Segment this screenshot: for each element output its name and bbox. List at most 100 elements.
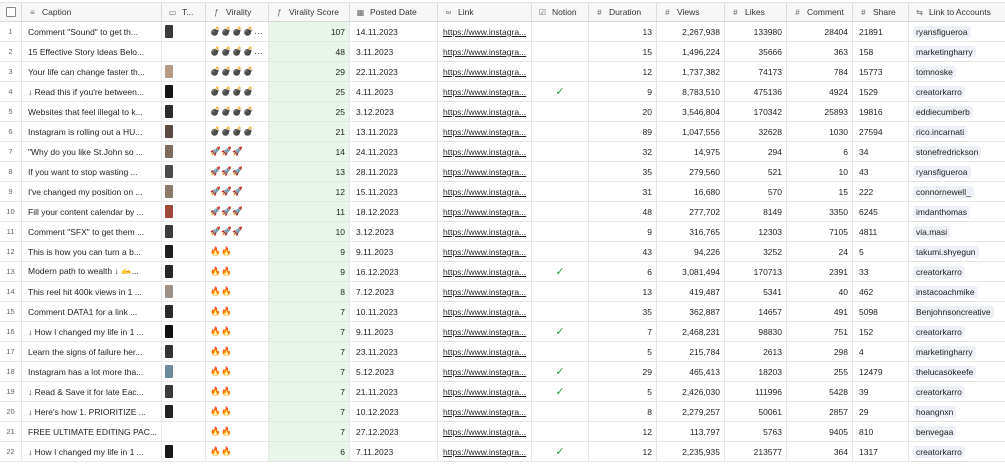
duration-cell[interactable]: 5 <box>589 342 657 361</box>
table-row[interactable]: 22 ↓ How I changed my life in 1 ... 🔥🔥 6 7.1… <box>0 442 1005 462</box>
thumbnail-cell[interactable] <box>162 342 206 361</box>
share-cell[interactable]: 15773 <box>853 62 909 81</box>
thumbnail-cell[interactable] <box>162 82 206 101</box>
caption-cell[interactable]: If you want to stop wasting ... <box>22 162 162 181</box>
share-cell[interactable]: 152 <box>853 322 909 341</box>
linked-account-cell[interactable]: marketingharry <box>909 42 1005 61</box>
likes-cell[interactable]: 170342 <box>725 102 787 121</box>
thumbnail-cell[interactable] <box>162 222 206 241</box>
linked-account-cell[interactable]: marketingharry <box>909 342 1005 361</box>
thumbnail-cell[interactable] <box>162 202 206 221</box>
thumbnail-cell[interactable] <box>162 302 206 321</box>
views-cell[interactable]: 2,426,030 <box>657 382 725 401</box>
thumbnail-cell[interactable] <box>162 402 206 421</box>
link-cell[interactable]: https://www.instagra... <box>438 242 532 261</box>
link-cell[interactable]: https://www.instagra... <box>438 102 532 121</box>
account-chip[interactable]: eddiecumberb <box>913 105 973 118</box>
link-cell[interactable]: https://www.instagra... <box>438 162 532 181</box>
share-cell[interactable]: 12479 <box>853 362 909 381</box>
likes-cell[interactable]: 8149 <box>725 202 787 221</box>
posted-date-cell[interactable]: 24.11.2023 <box>350 142 438 161</box>
caption-cell[interactable]: ↓ How I changed my life in 1 ... <box>22 322 162 341</box>
link-cell[interactable]: https://www.instagra... <box>438 402 532 421</box>
likes-cell[interactable]: 32628 <box>725 122 787 141</box>
link-cell[interactable]: https://www.instagra... <box>438 262 532 281</box>
caption-cell[interactable]: 15 Effective Story Ideas Belo... <box>22 42 162 61</box>
caption-cell[interactable]: ↓ Read & Save it for late Eac... <box>22 382 162 401</box>
linked-account-cell[interactable]: takumi.shyegun <box>909 242 1005 261</box>
duration-cell[interactable]: 89 <box>589 122 657 141</box>
column-header-caption[interactable]: ≡ Caption <box>22 3 162 21</box>
linked-account-cell[interactable]: ryansfigueroa <box>909 162 1005 181</box>
views-cell[interactable]: 419,487 <box>657 282 725 301</box>
account-chip[interactable]: creatorkarro <box>913 445 965 458</box>
caption-cell[interactable]: Comment "Sound" to get th... <box>22 22 162 41</box>
thumbnail-cell[interactable] <box>162 382 206 401</box>
views-cell[interactable]: 2,267,938 <box>657 22 725 41</box>
comment-cell[interactable]: 15 <box>787 182 853 201</box>
account-chip[interactable]: creatorkarro <box>913 85 965 98</box>
notion-checkbox-cell[interactable] <box>532 242 589 261</box>
duration-cell[interactable]: 7 <box>589 322 657 341</box>
share-cell[interactable]: 5 <box>853 242 909 261</box>
share-cell[interactable]: 29 <box>853 402 909 421</box>
comment-cell[interactable]: 24 <box>787 242 853 261</box>
comment-cell[interactable]: 364 <box>787 442 853 461</box>
account-chip[interactable]: via.masi <box>913 225 951 238</box>
table-row[interactable]: 20 ↓ Here's how 1. PRIORITIZE ... 🔥🔥 7 10.12… <box>0 402 1005 422</box>
comment-cell[interactable]: 2391 <box>787 262 853 281</box>
thumbnail-cell[interactable] <box>162 182 206 201</box>
views-cell[interactable]: 3,081,494 <box>657 262 725 281</box>
notion-checkbox-cell[interactable] <box>532 422 589 441</box>
likes-cell[interactable]: 294 <box>725 142 787 161</box>
share-cell[interactable]: 810 <box>853 422 909 441</box>
share-cell[interactable]: 39 <box>853 382 909 401</box>
duration-cell[interactable]: 15 <box>589 42 657 61</box>
account-chip[interactable]: Benjohnsoncreative <box>913 305 994 318</box>
column-header-notion[interactable]: ☑ Notion <box>532 3 589 21</box>
views-cell[interactable]: 3,546,804 <box>657 102 725 121</box>
link-cell[interactable]: https://www.instagra... <box>438 302 532 321</box>
table-row[interactable]: 17 Learn the signs of failure her... 🔥🔥 7 23… <box>0 342 1005 362</box>
notion-checkbox-cell[interactable] <box>532 182 589 201</box>
table-row[interactable]: 12 This is how you can turn a b... 🔥🔥 9 9.11… <box>0 242 1005 262</box>
posted-date-cell[interactable]: 7.12.2023 <box>350 282 438 301</box>
notion-checkbox-cell[interactable] <box>532 162 589 181</box>
account-chip[interactable]: stonefredrickson <box>913 145 982 158</box>
link-cell[interactable]: https://www.instagra... <box>438 22 532 41</box>
duration-cell[interactable]: 20 <box>589 102 657 121</box>
posted-date-cell[interactable]: 5.12.2023 <box>350 362 438 381</box>
comment-cell[interactable]: 751 <box>787 322 853 341</box>
thumbnail-image[interactable] <box>165 105 173 118</box>
comment-cell[interactable]: 10 <box>787 162 853 181</box>
posted-date-cell[interactable]: 3.12.2023 <box>350 102 438 121</box>
account-chip[interactable]: marketingharry <box>913 45 976 58</box>
caption-cell[interactable]: This reel hit 400k views in 1 ... <box>22 282 162 301</box>
posted-date-cell[interactable]: 28.11.2023 <box>350 162 438 181</box>
share-cell[interactable]: 462 <box>853 282 909 301</box>
duration-cell[interactable]: 43 <box>589 242 657 261</box>
duration-cell[interactable]: 12 <box>589 442 657 461</box>
comment-cell[interactable]: 9405 <box>787 422 853 441</box>
account-chip[interactable]: tomnoske <box>913 65 956 78</box>
link-cell[interactable]: https://www.instagra... <box>438 142 532 161</box>
column-header-views[interactable]: # Views <box>657 3 725 21</box>
notion-checkbox-cell[interactable] <box>532 42 589 61</box>
duration-cell[interactable]: 9 <box>589 82 657 101</box>
likes-cell[interactable]: 213577 <box>725 442 787 461</box>
account-chip[interactable]: creatorkarro <box>913 265 965 278</box>
linked-account-cell[interactable]: creatorkarro <box>909 322 1005 341</box>
link-cell[interactable]: https://www.instagra... <box>438 442 532 461</box>
thumbnail-image[interactable] <box>165 145 173 158</box>
caption-cell[interactable]: Modern path to wealth ↓ 🫴... <box>22 262 162 281</box>
thumbnail-cell[interactable] <box>162 42 206 61</box>
posted-date-cell[interactable]: 18.12.2023 <box>350 202 438 221</box>
thumbnail-cell[interactable] <box>162 242 206 261</box>
account-chip[interactable]: hoangnxn <box>913 405 957 418</box>
duration-cell[interactable]: 13 <box>589 22 657 41</box>
comment-cell[interactable]: 363 <box>787 42 853 61</box>
thumbnail-cell[interactable] <box>162 142 206 161</box>
account-chip[interactable]: ryansfigueroa <box>913 25 971 38</box>
notion-checkbox-cell[interactable]: ✓ <box>532 442 589 461</box>
views-cell[interactable]: 465,413 <box>657 362 725 381</box>
